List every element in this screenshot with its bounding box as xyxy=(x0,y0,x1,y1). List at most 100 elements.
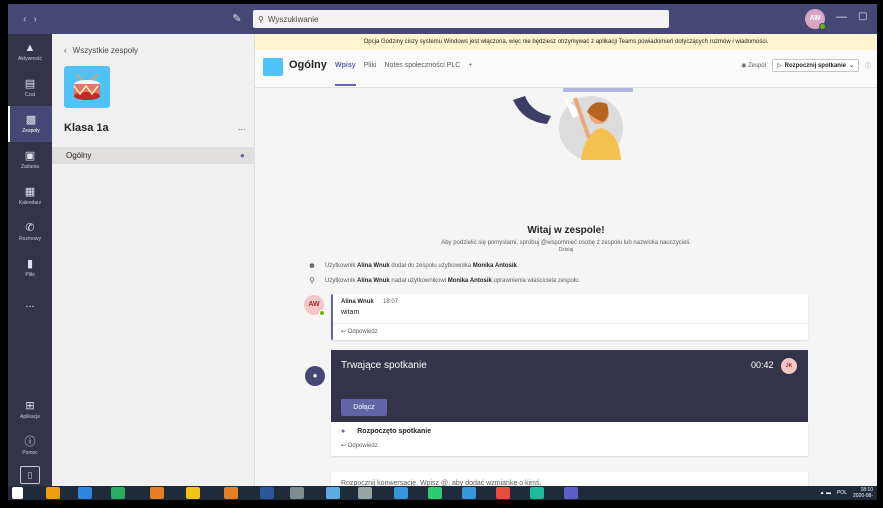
user-avatar[interactable]: AW xyxy=(805,9,826,30)
chrome-icon[interactable] xyxy=(150,487,164,499)
welcome-title: Witaj w zespole! xyxy=(527,225,605,236)
app-icon[interactable] xyxy=(496,487,510,499)
teams-window: ‹ › ✎ ⚲ Wyszukiwanie AW — ▢ ▲ Aktywność … xyxy=(8,4,877,500)
meeting-camera-icon: ● xyxy=(240,151,245,160)
reply-link[interactable]: ↩ Odpowiedz xyxy=(341,328,378,335)
channel-main: Opcja Godziny ciszy systemu Windows jest… xyxy=(255,34,877,500)
device-icon[interactable]: ▯ xyxy=(8,464,52,486)
app-icon[interactable] xyxy=(428,487,442,499)
app-icon[interactable] xyxy=(358,487,372,499)
search-placeholder: Wyszukiwanie xyxy=(267,14,319,24)
appbar-more[interactable]: ... xyxy=(8,286,52,322)
team-small-avatar xyxy=(263,58,283,76)
app-icon[interactable] xyxy=(290,487,304,499)
appbar-files[interactable]: ▮ Pliki xyxy=(8,250,52,286)
post-author[interactable]: Alina Wnuk xyxy=(341,299,374,305)
tab-files[interactable]: Pliki xyxy=(364,62,377,69)
all-teams-link[interactable]: ‹ Wszystkie zespoły xyxy=(64,46,138,55)
teams-taskbar-icon[interactable] xyxy=(564,487,578,499)
team-name: Klasa 1a xyxy=(64,122,109,134)
tray-icons[interactable]: ▲ ▬ xyxy=(820,490,831,496)
app-icon[interactable] xyxy=(111,487,125,499)
appbar-help[interactable]: ⓘ Pomoc xyxy=(8,428,52,464)
start-meeting-button[interactable]: ▷ Rozpocznij spotkanie ⌄ xyxy=(771,59,859,72)
app-bar: ▲ Aktywność ▤ Czat ▩ Zespoły ▣ Zadania ▦… xyxy=(8,34,52,486)
appbar-apps[interactable]: ⊞ Aplikacje xyxy=(8,392,52,428)
teams-panel: ‹ Wszystkie zespoły Klasa 1a ... Ogólny … xyxy=(52,34,255,486)
ongoing-meeting-card: Trwające spotkanie 00:42 JK Dołącz xyxy=(331,350,808,422)
app-icon[interactable] xyxy=(224,487,238,499)
post-author-avatar[interactable]: AW xyxy=(304,295,325,316)
post-time: 18:07 xyxy=(383,299,399,305)
files-icon: ▮ xyxy=(26,258,34,270)
appbar-calendar[interactable]: ▦ Kalendarz xyxy=(8,178,52,214)
history-nav: ‹ › xyxy=(8,14,52,25)
app-icon[interactable] xyxy=(326,487,340,499)
chat-icon: ▤ xyxy=(24,78,36,90)
presence-available-icon xyxy=(819,23,826,30)
post-card: Alina Wnuk 18:07 witam ↩ Odpowiedz xyxy=(331,294,808,340)
system-tray: ▲ ▬ POL 18:10 2020-08- xyxy=(820,487,873,499)
join-meeting-button[interactable]: Dołącz xyxy=(341,399,387,416)
channel-title: Ogólny xyxy=(289,59,327,71)
appbar-chat[interactable]: ▤ Czat xyxy=(8,70,52,106)
firefox-icon[interactable] xyxy=(46,487,60,499)
quiet-hours-banner: Opcja Godziny ciszy systemu Windows jest… xyxy=(255,34,877,50)
meeting-title: Trwające spotkanie xyxy=(341,360,427,371)
language-indicator[interactable]: POL xyxy=(837,490,847,496)
channel-item-general[interactable]: Ogólny ● xyxy=(52,147,254,164)
search-input[interactable]: ⚲ Wyszukiwanie xyxy=(253,10,669,28)
back-arrow-icon[interactable]: ‹ xyxy=(23,14,26,25)
add-member-icon: ☻ xyxy=(307,261,317,270)
more-icon: ... xyxy=(25,298,35,310)
appbar-assignments[interactable]: ▣ Zadania xyxy=(8,142,52,178)
appbar-activity[interactable]: ▲ Aktywność xyxy=(8,34,52,70)
system-message: ☻ Użytkownik Alina Wnuk dodał do zespołu… xyxy=(307,261,519,270)
date-separator: Dzisiaj xyxy=(558,247,574,253)
appbar-calls[interactable]: ✆ Rozmowy xyxy=(8,214,52,250)
meeting-camera-icon: ● xyxy=(341,428,346,435)
owner-icon: ⚲ xyxy=(309,276,315,285)
app-icon[interactable] xyxy=(78,487,92,499)
bell-icon: ▲ xyxy=(24,42,36,54)
channel-header: Ogólny Wpisy Pliki Notes społeczności PL… xyxy=(255,50,877,88)
meeting-participant-avatar[interactable]: JK xyxy=(781,358,797,374)
forward-arrow-icon[interactable]: › xyxy=(34,14,37,25)
presence-available-icon xyxy=(319,310,325,316)
info-icon[interactable]: ⓘ xyxy=(865,61,871,70)
video-icon: ▷ xyxy=(776,63,782,69)
chevron-left-icon: ‹ xyxy=(64,46,67,55)
maximize-icon[interactable]: ▢ xyxy=(858,11,867,22)
windows-start-icon[interactable] xyxy=(12,487,23,499)
channel-tabs: Wpisy Pliki Notes społeczności PLC + xyxy=(335,62,472,86)
phone-icon: ✆ xyxy=(25,222,35,234)
reply-link[interactable]: ↩ Odpowiedz xyxy=(341,442,378,449)
tab-notebook[interactable]: Notes społeczności PLC xyxy=(384,62,460,69)
help-icon: ⓘ xyxy=(24,436,36,448)
team-more-options[interactable]: ... xyxy=(238,122,246,132)
post-text: witam xyxy=(341,309,360,316)
header-actions: ◉ Zespół ▷ Rozpocznij spotkanie ⌄ ⓘ xyxy=(741,59,871,72)
search-icon: ⚲ xyxy=(258,14,264,24)
apps-icon: ⊞ xyxy=(25,400,35,412)
minimize-icon[interactable]: — xyxy=(836,11,847,23)
meeting-footer: ● Rozpoczęto spotkanie ↩ Odpowiedz xyxy=(331,422,808,456)
welcome-subtitle: Aby podzielić się pomysłami, spróbuj @ws… xyxy=(441,240,691,246)
tab-posts[interactable]: Wpisy xyxy=(335,62,356,86)
team-button[interactable]: ◉ Zespół xyxy=(741,62,766,69)
new-chat-icon[interactable]: ✎ xyxy=(230,12,244,26)
app-icon[interactable] xyxy=(394,487,408,499)
edge-chromium-icon[interactable] xyxy=(530,487,544,499)
file-explorer-icon[interactable] xyxy=(186,487,200,499)
user-initials: AW xyxy=(809,15,821,22)
add-tab-button[interactable]: + xyxy=(468,62,472,69)
system-message: ⚲ Użytkownik Alina Wnuk nadał użytkownik… xyxy=(307,276,580,285)
calendar-icon: ▦ xyxy=(24,186,36,198)
meeting-started: ● Rozpoczęto spotkanie xyxy=(341,428,432,435)
meeting-icon: ● xyxy=(305,366,325,386)
clock[interactable]: 18:10 2020-08- xyxy=(853,487,873,499)
word-icon[interactable] xyxy=(260,487,274,499)
edge-icon[interactable] xyxy=(462,487,476,499)
appbar-teams[interactable]: ▩ Zespoły xyxy=(8,106,52,142)
chevron-down-icon[interactable]: ⌄ xyxy=(849,62,854,69)
